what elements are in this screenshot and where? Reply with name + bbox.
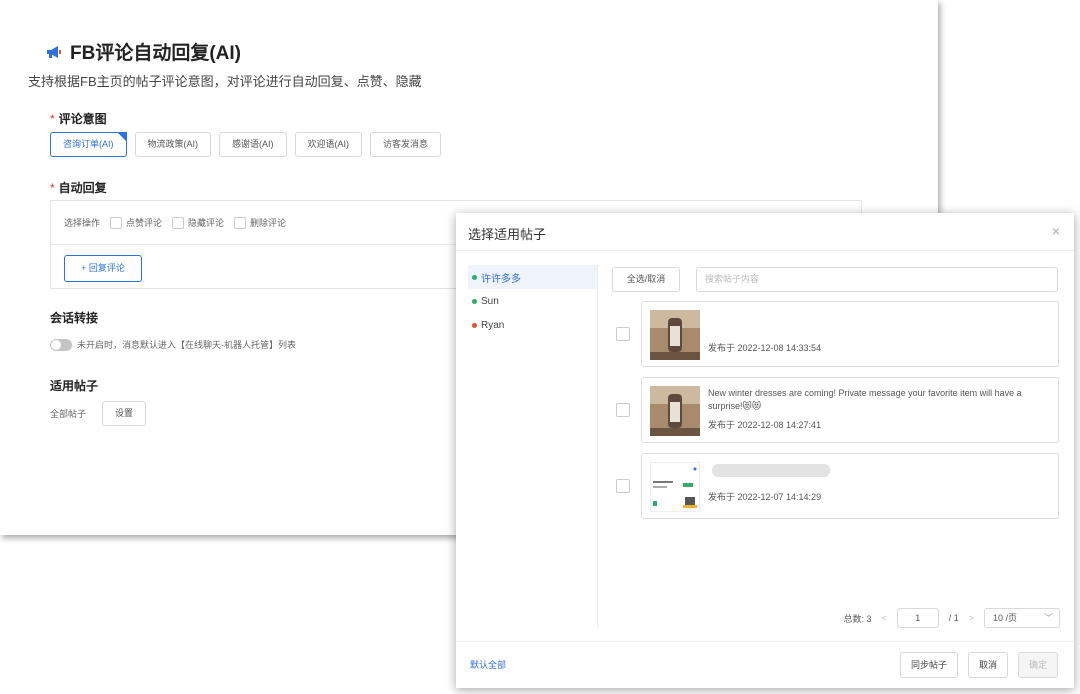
post-card[interactable]: 发布于 2022-12-08 14:33:54 bbox=[641, 301, 1059, 367]
handover-text: 未开启时，消息默认进入【在线聊天-机器人托管】列表 bbox=[77, 340, 296, 350]
search-input[interactable]: 搜索帖子内容 bbox=[696, 267, 1058, 292]
status-dot-icon bbox=[472, 298, 477, 304]
posts-row: 全部帖子 设置 bbox=[50, 401, 147, 426]
delete-checkbox[interactable] bbox=[234, 216, 247, 229]
title-text: FB评论自动回复(AI) bbox=[70, 43, 241, 64]
page-description: 支持根据FB主页的帖子评论意图，对评论进行自动回复、点赞、隐藏 bbox=[28, 74, 422, 89]
post-checkbox[interactable] bbox=[616, 327, 630, 341]
post-row: 发布于 2022-12-07 14:14:29 bbox=[616, 453, 1059, 519]
account-item-0[interactable]: 许许多多 bbox=[468, 265, 597, 289]
modal-title: 选择适用帖子 bbox=[468, 227, 547, 242]
default-all-link[interactable]: 默认全部 bbox=[470, 658, 506, 671]
like-checkbox[interactable] bbox=[110, 216, 123, 229]
posts-section-label: 适用帖子 bbox=[50, 379, 99, 393]
intent-tag-thanks[interactable]: 感谢语(AI) bbox=[219, 132, 287, 157]
post-thumbnail bbox=[650, 386, 700, 436]
select-all-button[interactable]: 全选/取消 bbox=[612, 267, 680, 292]
post-text: New winter dresses are coming! Private m… bbox=[708, 388, 1022, 411]
confirm-button[interactable]: 确定 bbox=[1017, 652, 1058, 678]
account-list: 许许多多 Sun Ryan bbox=[468, 265, 598, 627]
page: FB评论自动回复(AI) 支持根据FB主页的帖子评论意图，对评论进行自动回复、点… bbox=[0, 0, 1080, 694]
page-size-select[interactable]: 10 /页 ﹀ bbox=[984, 608, 1060, 628]
intent-tag-visitor[interactable]: 访客发消息 bbox=[370, 132, 442, 157]
intent-section-label: * 评论意图 bbox=[50, 112, 107, 126]
modal-footer: 默认全部 同步帖子 取消 确定 bbox=[456, 641, 1074, 688]
status-dot-icon bbox=[472, 322, 477, 328]
set-posts-button[interactable]: 设置 bbox=[102, 401, 147, 426]
megaphone-icon bbox=[46, 45, 62, 59]
select-posts-modal: 选择适用帖子 × 许许多多 Sun Ryan 全选/取消 搜索帖子内容 发布于 … bbox=[456, 213, 1074, 688]
post-date: 发布于 2022-12-07 14:14:29 bbox=[708, 492, 822, 502]
intent-tag-logistics[interactable]: 物流政策(AI) bbox=[134, 132, 211, 157]
chevron-down-icon: ﹀ bbox=[1043, 613, 1053, 623]
post-row: 发布于 2022-12-08 14:33:54 bbox=[616, 301, 1059, 367]
close-icon[interactable]: × bbox=[1052, 223, 1060, 239]
intent-tags: 咨询订单(AI) 物流政策(AI) 感谢语(AI) 欢迎语(AI) 访客发消息 bbox=[50, 132, 442, 157]
post-card[interactable]: New winter dresses are coming! Private m… bbox=[641, 377, 1059, 443]
select-action-label: 选择操作 bbox=[64, 218, 101, 228]
hide-checkbox[interactable] bbox=[172, 216, 185, 229]
pagination: 总数: 3 < 1 / 1 > 10 /页 ﹀ bbox=[843, 608, 1060, 628]
post-checkbox[interactable] bbox=[616, 479, 630, 493]
post-thumbnail bbox=[650, 462, 700, 512]
posts-toolbar: 全选/取消 搜索帖子内容 bbox=[612, 267, 1058, 292]
auto-reply-section-label: * 自动回复 bbox=[50, 181, 107, 195]
blurred-text bbox=[712, 464, 830, 477]
post-date: 发布于 2022-12-08 14:33:54 bbox=[708, 343, 822, 353]
post-thumbnail bbox=[650, 310, 700, 360]
post-checkbox[interactable] bbox=[616, 403, 630, 417]
post-date: 发布于 2022-12-08 14:27:41 bbox=[708, 420, 822, 430]
status-dot-icon bbox=[472, 274, 477, 280]
total-count: 总数: 3 bbox=[843, 613, 872, 624]
handover-section-label: 会话转接 bbox=[50, 311, 99, 325]
action-delete[interactable]: 删除评论 bbox=[234, 216, 286, 229]
cancel-button[interactable]: 取消 bbox=[967, 652, 1008, 678]
sync-posts-button[interactable]: 同步帖子 bbox=[899, 652, 958, 678]
account-item-1[interactable]: Sun bbox=[468, 289, 597, 313]
action-hide[interactable]: 隐藏评论 bbox=[172, 216, 224, 229]
intent-tag-order[interactable]: 咨询订单(AI) bbox=[50, 132, 127, 157]
handover-row: 未开启时，消息默认进入【在线聊天-机器人托管】列表 bbox=[50, 338, 296, 351]
page-total: / 1 bbox=[948, 613, 959, 623]
post-card[interactable]: 发布于 2022-12-07 14:14:29 bbox=[641, 453, 1059, 519]
post-row: New winter dresses are coming! Private m… bbox=[616, 377, 1059, 443]
page-title: FB评论自动回复(AI) bbox=[46, 38, 241, 65]
intent-tag-welcome[interactable]: 欢迎语(AI) bbox=[294, 132, 362, 157]
action-like[interactable]: 点赞评论 bbox=[110, 216, 162, 229]
prev-page-icon[interactable]: < bbox=[881, 613, 886, 623]
page-input[interactable]: 1 bbox=[896, 608, 939, 628]
add-reply-button[interactable]: + 回复评论 bbox=[64, 255, 142, 282]
account-item-2[interactable]: Ryan bbox=[468, 313, 597, 337]
handover-toggle[interactable] bbox=[50, 338, 72, 351]
footer-buttons: 同步帖子 取消 确定 bbox=[899, 652, 1058, 678]
modal-header: 选择适用帖子 × bbox=[456, 213, 1074, 251]
next-page-icon[interactable]: > bbox=[969, 613, 974, 623]
selected-corner-icon bbox=[116, 132, 127, 142]
all-posts-label: 全部帖子 bbox=[50, 409, 87, 419]
